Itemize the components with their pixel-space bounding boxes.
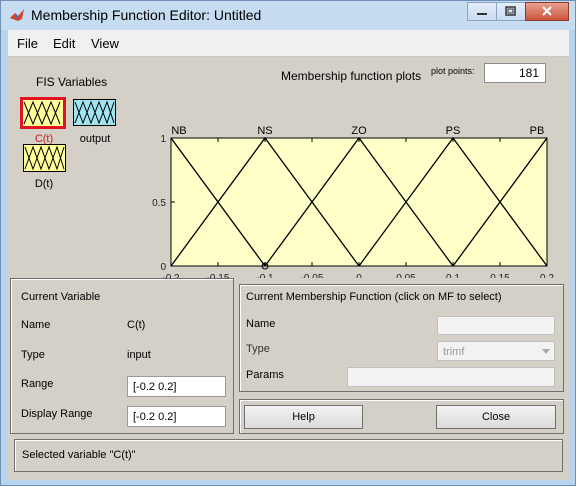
- x-tick-label: 0.1: [446, 273, 460, 278]
- fis-variable-c[interactable]: [20, 97, 66, 129]
- close-window-button[interactable]: [525, 2, 569, 21]
- window-title: Membership Function Editor: Untitled: [31, 7, 262, 23]
- menu-bar: File Edit View: [8, 30, 569, 57]
- current-variable-panel: Current Variable Name C(t) Type input Ra…: [10, 278, 234, 434]
- mf-label-nb: NB: [171, 125, 186, 137]
- mf-editor-window: Membership Function Editor: Untitled Fil…: [0, 0, 576, 486]
- range-input[interactable]: [-0.2 0.2]: [127, 376, 226, 397]
- mf-triangles-icon: [23, 100, 61, 126]
- menu-view[interactable]: View: [91, 36, 119, 51]
- menu-file[interactable]: File: [17, 36, 38, 51]
- variable-name-label: Name: [21, 319, 51, 331]
- range-label: Range: [21, 378, 54, 390]
- fis-variable-d-label: D(t): [34, 178, 54, 190]
- y-tick-label: 0.5: [152, 198, 166, 209]
- title-bar[interactable]: Membership Function Editor: Untitled: [1, 1, 575, 30]
- minimize-icon: [477, 13, 487, 15]
- fis-variable-output[interactable]: [73, 99, 116, 126]
- mf-params-input[interactable]: [347, 367, 555, 387]
- current-variable-title: Current Variable: [21, 291, 101, 303]
- variable-name-value: C(t): [127, 319, 146, 331]
- client-area: File Edit View FIS Variables C(t) output…: [8, 30, 569, 480]
- status-text: Selected variable "C(t)": [22, 449, 136, 461]
- mf-label-ps: PS: [446, 125, 461, 137]
- mf-label-pb: PB: [530, 125, 545, 137]
- mf-name-input[interactable]: [437, 316, 555, 335]
- mf-label-ns: NS: [257, 125, 272, 137]
- fis-variables-label: FIS Variables: [36, 75, 108, 89]
- status-bar: Selected variable "C(t)": [14, 439, 563, 472]
- mf-type-select[interactable]: trimf: [437, 341, 555, 361]
- plot-area: [170, 137, 548, 267]
- restore-icon: [505, 6, 516, 16]
- close-icon: [542, 6, 552, 16]
- plot-title: Membership function plots: [281, 69, 422, 83]
- minimize-button[interactable]: [467, 2, 497, 21]
- mf-params-label: Params: [246, 369, 284, 381]
- mf-triangles-icon: [24, 145, 65, 171]
- fis-variable-output-label: output: [79, 133, 111, 145]
- help-button[interactable]: Help: [244, 405, 363, 429]
- current-mf-title: Current Membership Function (click on MF…: [246, 291, 502, 303]
- display-range-input[interactable]: [-0.2 0.2]: [127, 406, 226, 427]
- mf-label-zo: ZO: [351, 125, 367, 137]
- mf-triangles-icon: [74, 100, 115, 125]
- y-tick-label: 1: [160, 134, 166, 145]
- menu-edit[interactable]: Edit: [53, 36, 75, 51]
- x-tick-label: 0: [356, 273, 362, 278]
- x-tick-label: -0.1: [256, 273, 274, 278]
- membership-function-plot[interactable]: -0.2-0.15-0.1-0.0500.050.10.150.200.51NB…: [134, 88, 564, 278]
- display-range-label: Display Range: [21, 408, 93, 420]
- x-tick-label: 0.2: [540, 273, 554, 278]
- mf-type-label: Type: [246, 343, 270, 355]
- y-tick-label: 0: [160, 262, 166, 273]
- variable-type-label: Type: [21, 349, 45, 361]
- matlab-logo-icon: [10, 9, 24, 21]
- restore-button[interactable]: [496, 2, 526, 21]
- x-tick-label: -0.05: [301, 273, 324, 278]
- buttons-panel: Help Close: [239, 399, 564, 434]
- x-tick-label: 0.15: [490, 273, 510, 278]
- plot-points-label: plot points:: [431, 66, 475, 76]
- mf-name-label: Name: [246, 318, 276, 330]
- mf-type-value: trimf: [443, 346, 465, 358]
- current-mf-panel: Current Membership Function (click on MF…: [239, 284, 564, 392]
- plot-points-input[interactable]: 181: [484, 63, 546, 83]
- fis-variable-d[interactable]: [23, 144, 66, 172]
- chevron-down-icon: [542, 349, 550, 354]
- variable-type-value: input: [127, 349, 151, 361]
- close-button[interactable]: Close: [436, 405, 556, 429]
- x-tick-label: 0.05: [396, 273, 416, 278]
